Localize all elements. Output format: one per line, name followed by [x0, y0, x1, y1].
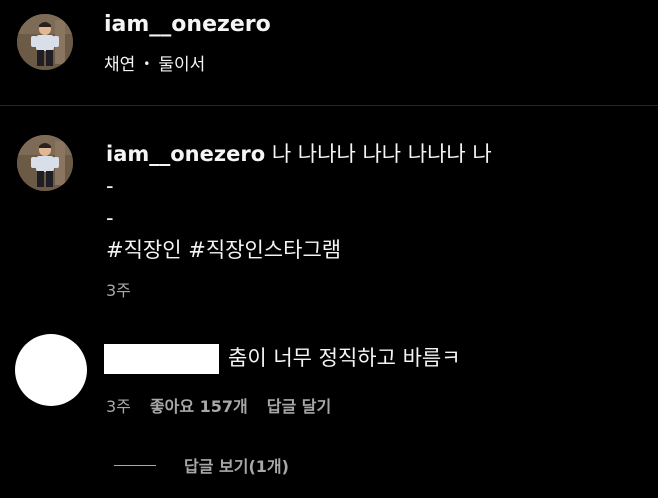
- view-replies-button[interactable]: 답글 보기(1개): [114, 453, 289, 477]
- audio-title[interactable]: 둘이서: [158, 55, 205, 75]
- caption-timestamp[interactable]: 3주: [106, 277, 131, 301]
- caption-username[interactable]: iam__onezero: [106, 142, 265, 166]
- header-subtitle: 채연 • 둘이서: [104, 50, 205, 75]
- hashtag-link[interactable]: #직장인스타그램: [188, 238, 341, 262]
- caption-hashtags: #직장인 #직장인스타그램: [106, 234, 636, 266]
- header-username[interactable]: iam__onezero: [104, 12, 271, 37]
- tagged-user[interactable]: 채연: [104, 55, 135, 75]
- view-replies-label: 답글 보기(1개): [184, 457, 289, 476]
- divider-line: [114, 465, 156, 466]
- comment-meta: 3주 좋아요 157개 답글 달기: [106, 393, 331, 417]
- comment-likes-link[interactable]: 좋아요 157개: [150, 393, 248, 417]
- post-header: iam__onezero 채연 • 둘이서: [0, 0, 658, 106]
- caption-line-2: -: [106, 174, 114, 198]
- hashtag-link[interactable]: #직장인: [106, 238, 182, 262]
- caption-body: 나 나나나 나나 나나나 나: [271, 142, 492, 166]
- separator-dot: •: [143, 57, 151, 71]
- comment-text: 춤이 너무 정직하고 바름ㅋ: [228, 346, 461, 370]
- caption-text: iam__onezero 나 나나나 나나 나나나 나 - - #직장인 #직장…: [106, 138, 636, 266]
- redacted-username: [104, 344, 219, 374]
- avatar[interactable]: [17, 14, 73, 70]
- avatar[interactable]: [15, 334, 87, 406]
- avatar[interactable]: [17, 135, 73, 191]
- reply-button[interactable]: 답글 달기: [267, 393, 331, 417]
- profile-photo-icon: [17, 135, 73, 191]
- caption-line-1: iam__onezero 나 나나나 나나 나나나 나: [106, 138, 636, 170]
- profile-photo-icon: [17, 14, 73, 70]
- comment-timestamp[interactable]: 3주: [106, 393, 131, 417]
- caption-line-3: -: [106, 206, 114, 230]
